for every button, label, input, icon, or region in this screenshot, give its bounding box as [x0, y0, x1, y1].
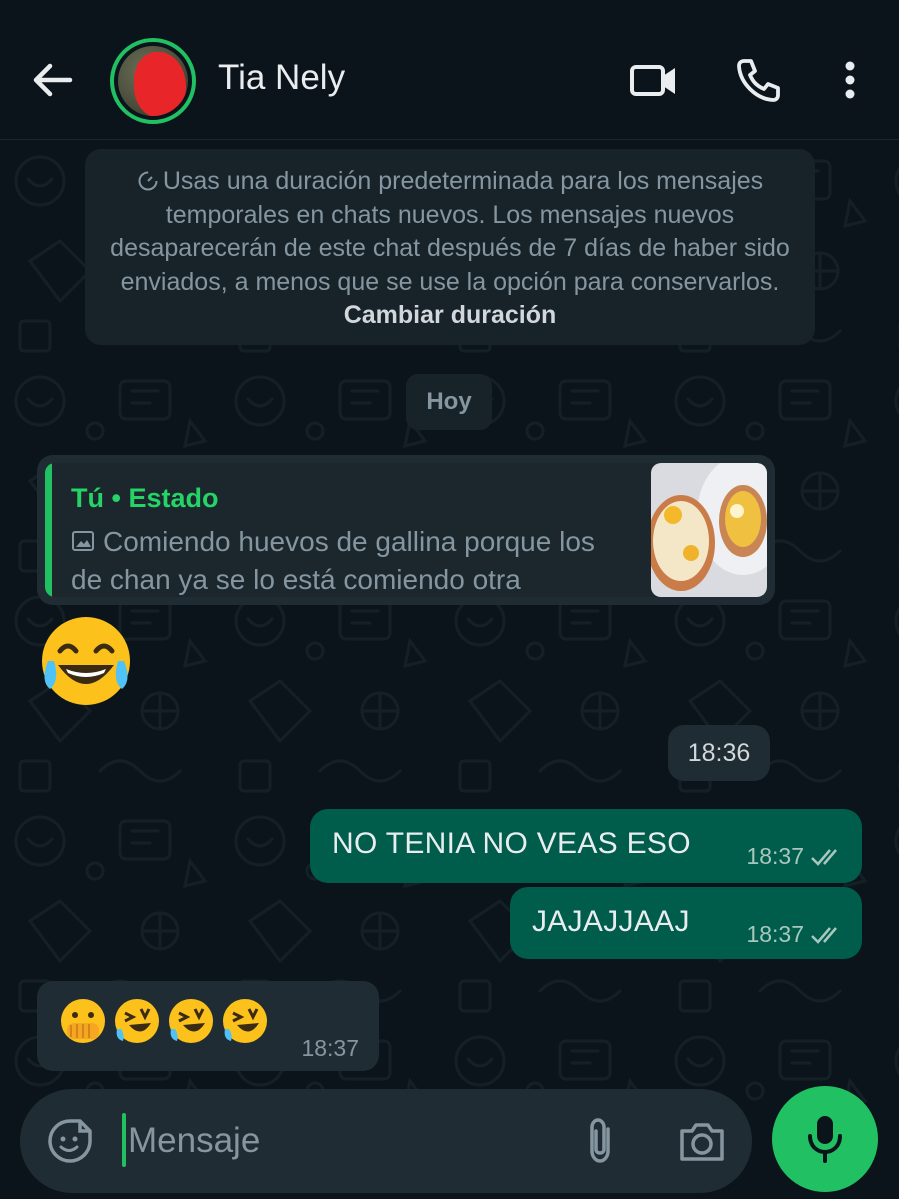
outgoing-message-bubble[interactable]: JAJAJJAAJ 18:37	[510, 887, 862, 959]
image-icon	[72, 531, 94, 551]
incoming-message-bubble[interactable]: 18:37	[37, 981, 379, 1071]
date-separator: Hoy	[406, 374, 492, 430]
camera-icon[interactable]	[676, 1117, 728, 1165]
avatar-image	[118, 46, 188, 116]
more-options-icon[interactable]	[822, 52, 878, 108]
emoji-row	[57, 995, 271, 1047]
text-caret	[122, 1113, 126, 1167]
message-time: 18:37	[746, 843, 804, 869]
message-time: 18:37	[746, 921, 804, 947]
quote-accent-bar	[45, 463, 52, 597]
phone-icon[interactable]	[730, 52, 786, 108]
contact-name[interactable]: Tia Nely	[218, 58, 345, 98]
quote-text-content: Comiendo huevos de gallina porque los de…	[71, 526, 595, 595]
microphone-icon	[808, 1116, 842, 1163]
rolling-laughing-emoji	[115, 999, 159, 1043]
rolling-laughing-emoji	[169, 999, 213, 1043]
double-check-icon	[811, 848, 837, 866]
tears-of-joy-emoji	[42, 617, 130, 705]
quote-text: Comiendo huevos de gallina porque los de…	[71, 523, 631, 597]
message-time: 18:37	[301, 1035, 359, 1061]
double-check-icon	[811, 926, 837, 944]
message-input[interactable]	[128, 1111, 558, 1171]
chat-area[interactable]: Usas una duración predeterminada para lo…	[0, 141, 899, 1199]
message-meta: 18:37	[746, 843, 844, 870]
status-thumbnail	[651, 463, 767, 597]
rolling-laughing-emoji	[223, 999, 267, 1043]
message-meta: 18:37	[746, 921, 844, 948]
incoming-message-bubble[interactable]: Tú • Estado Comiendo huevos de gallina p…	[37, 455, 775, 605]
status-reply-quote[interactable]: Tú • Estado Comiendo huevos de gallina p…	[45, 463, 767, 597]
avatar[interactable]	[110, 38, 196, 124]
message-text: JAJAJJAAJ	[532, 905, 690, 938]
change-duration-link[interactable]: Cambiar duración	[344, 301, 557, 329]
notice-text: Usas una duración predeterminada para lo…	[110, 167, 790, 296]
message-composer	[20, 1089, 752, 1193]
video-call-icon[interactable]	[626, 52, 682, 108]
quote-title: Tú • Estado	[71, 483, 219, 513]
message-time-chip: 18:36	[668, 725, 770, 781]
timer-icon	[138, 171, 158, 191]
voice-message-button[interactable]	[772, 1086, 878, 1192]
message-text: NO TENIA NO VEAS ESO	[332, 827, 691, 860]
avatar-redaction	[134, 52, 186, 116]
hand-over-mouth-emoji	[61, 999, 105, 1043]
sticker-icon[interactable]	[46, 1117, 94, 1165]
attachment-icon[interactable]	[576, 1115, 626, 1167]
disappearing-messages-notice: Usas una duración predeterminada para lo…	[85, 149, 815, 345]
outgoing-message-bubble[interactable]: NO TENIA NO VEAS ESO 18:37	[310, 809, 862, 883]
chat-header: Tia Nely	[0, 0, 899, 140]
back-arrow-icon[interactable]	[28, 55, 78, 105]
